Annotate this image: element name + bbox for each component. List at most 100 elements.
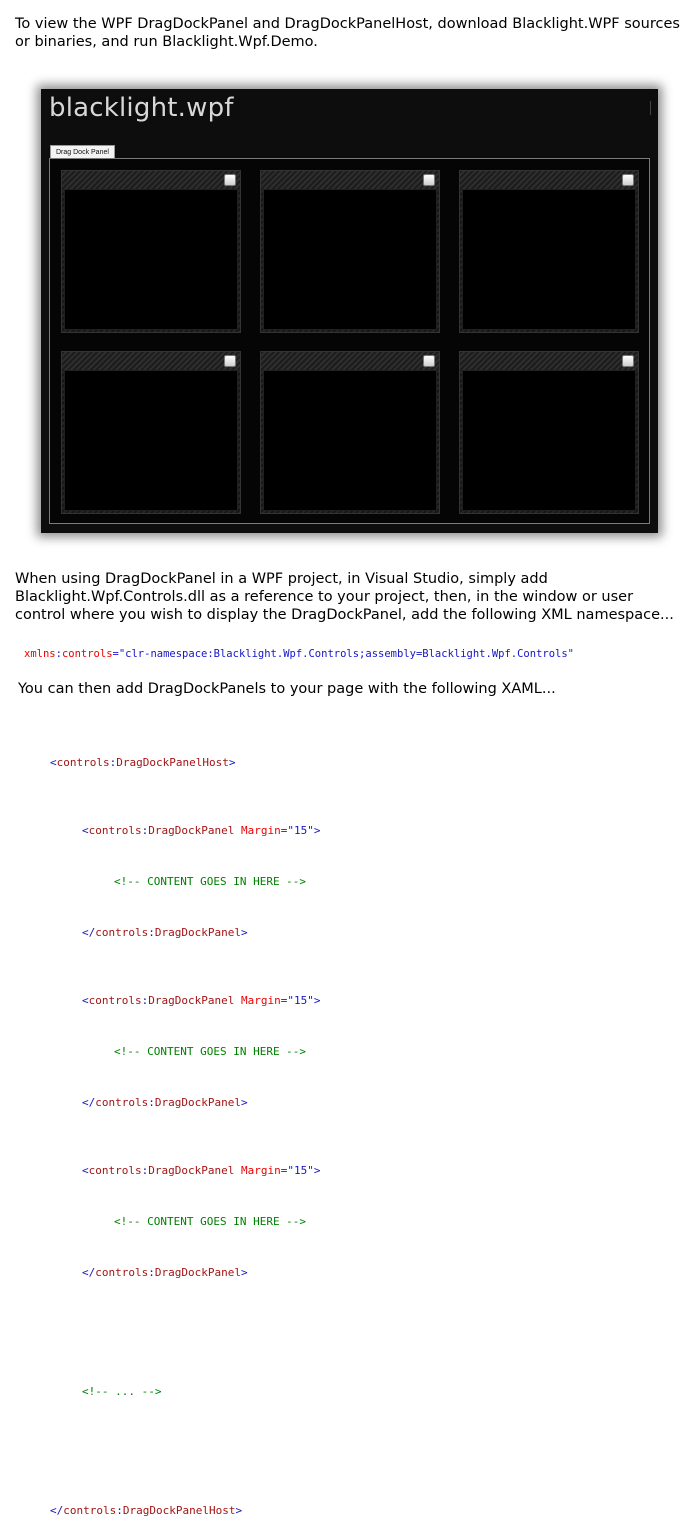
attribute-value: "15" [287, 994, 314, 1007]
demo-screenshot: blacklight.wpf Drag Dock Panel [41, 89, 658, 533]
bracket: > [235, 1504, 243, 1517]
drag-dock-panel[interactable] [459, 170, 639, 333]
attribute-name: Margin [240, 824, 281, 837]
panel-header[interactable] [460, 171, 638, 189]
panel-header[interactable] [62, 171, 240, 189]
colon: : [148, 926, 155, 939]
element-prefix: controls [56, 756, 110, 769]
then-paragraph: You can then add DragDockPanels to your … [18, 681, 556, 697]
element-name: DragDockPanel [148, 1164, 235, 1177]
code-comment: <!-- CONTENT GOES IN HERE --> [114, 875, 307, 888]
element-prefix: controls [95, 926, 149, 939]
panel-content [462, 189, 636, 330]
element-prefix: controls [63, 1504, 117, 1517]
equals: = [280, 1164, 288, 1177]
code-line: <!-- ... --> [50, 1383, 320, 1400]
element-name: DragDockPanel [154, 1096, 241, 1109]
attribute-value: "15" [287, 1164, 314, 1177]
bracket: > [313, 1164, 321, 1177]
attribute-name: Margin [240, 994, 281, 1007]
bracket: </ [50, 1504, 64, 1517]
colon: : [141, 1164, 149, 1177]
colon: : [116, 1504, 123, 1517]
namespace-prefix: controls [61, 648, 113, 660]
panel-content [462, 370, 636, 511]
bracket: < [82, 824, 89, 837]
drag-dock-panel[interactable] [459, 351, 639, 514]
drag-dock-panel[interactable] [260, 351, 440, 514]
panel-header[interactable] [460, 352, 638, 370]
code-line: </controls:DragDockPanel> [50, 1264, 320, 1281]
code-line: </controls:DragDockPanelHost> [50, 1502, 320, 1519]
element-name: DragDockPanel [148, 824, 235, 837]
xaml-code-block: <controls:DragDockPanelHost> <controls:D… [50, 720, 320, 1536]
maximize-checkbox[interactable] [224, 355, 236, 367]
demo-window-edge [650, 101, 651, 115]
code-line: </controls:DragDockPanel> [50, 1094, 320, 1111]
bracket: < [82, 1164, 89, 1177]
xmlns-keyword: xmlns [24, 648, 56, 660]
element-name: DragDockPanel [154, 926, 241, 939]
code-comment: <!-- CONTENT GOES IN HERE --> [114, 1045, 307, 1058]
panel-header[interactable] [261, 171, 439, 189]
attribute-name: Margin [240, 1164, 281, 1177]
colon: : [148, 1096, 155, 1109]
code-line: <controls:DragDockPanel Margin="15"> [50, 992, 320, 1009]
drag-dock-panel-host [49, 158, 650, 524]
bracket: > [313, 994, 321, 1007]
bracket: </ [82, 926, 96, 939]
intro-paragraph: To view the WPF DragDockPanel and DragDo… [15, 16, 680, 50]
maximize-checkbox[interactable] [423, 174, 435, 186]
bracket: </ [82, 1266, 96, 1279]
usage-paragraph: When using DragDockPanel in a WPF projec… [15, 571, 674, 623]
namespace-value: "clr-namespace:Blacklight.Wpf.Controls;a… [118, 648, 574, 660]
panel-content [64, 189, 238, 330]
bracket: > [240, 926, 248, 939]
panel-content [263, 370, 437, 511]
drag-dock-panel[interactable] [260, 170, 440, 333]
maximize-checkbox[interactable] [423, 355, 435, 367]
element-prefix: controls [95, 1096, 149, 1109]
bracket: < [50, 756, 57, 769]
maximize-checkbox[interactable] [622, 174, 634, 186]
namespace-code-line: xmlns:controls="clr-namespace:Blacklight… [24, 648, 574, 660]
element-prefix: controls [88, 824, 142, 837]
element-prefix: controls [88, 994, 142, 1007]
attribute-value: "15" [287, 824, 314, 837]
article: { "intro_text": "To view the WPF DragDoc… [0, 0, 700, 1517]
code-line: <!-- CONTENT GOES IN HERE --> [50, 1213, 320, 1230]
drag-dock-panel[interactable] [61, 170, 241, 333]
code-comment: <!-- CONTENT GOES IN HERE --> [114, 1215, 307, 1228]
bracket: </ [82, 1096, 96, 1109]
bracket: < [82, 994, 89, 1007]
panel-header[interactable] [261, 352, 439, 370]
code-comment: <!-- ... --> [82, 1385, 162, 1398]
demo-logo: blacklight.wpf [49, 93, 234, 123]
tab-drag-dock-panel[interactable]: Drag Dock Panel [50, 145, 115, 159]
bracket: > [240, 1096, 248, 1109]
panel-header[interactable] [62, 352, 240, 370]
maximize-checkbox[interactable] [224, 174, 236, 186]
element-name: DragDockPanel [148, 994, 235, 1007]
element-prefix: controls [88, 1164, 142, 1177]
colon: : [148, 1266, 155, 1279]
maximize-checkbox[interactable] [622, 355, 634, 367]
code-line: <controls:DragDockPanel Margin="15"> [50, 822, 320, 839]
drag-dock-panel[interactable] [61, 351, 241, 514]
bracket: > [313, 824, 321, 837]
element-prefix: controls [95, 1266, 149, 1279]
bracket: > [240, 1266, 248, 1279]
bracket: > [228, 756, 236, 769]
element-name: DragDockPanelHost [116, 756, 229, 769]
element-name: DragDockPanel [154, 1266, 241, 1279]
code-line: <controls:DragDockPanel Margin="15"> [50, 1162, 320, 1179]
code-line: <!-- CONTENT GOES IN HERE --> [50, 1043, 320, 1060]
code-line: </controls:DragDockPanel> [50, 924, 320, 941]
panel-content [64, 370, 238, 511]
panel-content [263, 189, 437, 330]
element-name: DragDockPanelHost [122, 1504, 236, 1517]
code-line: <!-- CONTENT GOES IN HERE --> [50, 873, 320, 890]
code-line: <controls:DragDockPanelHost> [50, 754, 320, 771]
